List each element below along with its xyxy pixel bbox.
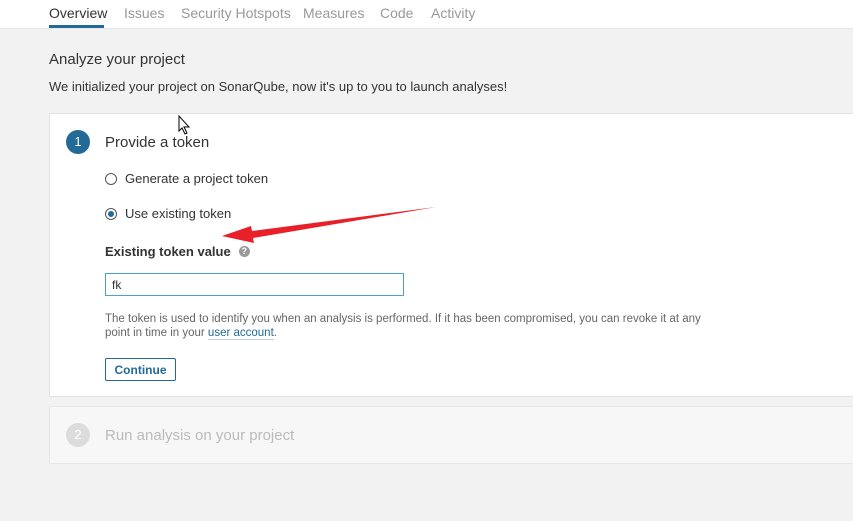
continue-button[interactable]: Continue: [105, 358, 176, 381]
step-number-badge: 1: [66, 130, 90, 154]
tab-activity[interactable]: Activity: [431, 5, 475, 21]
help-text-end: .: [273, 327, 277, 339]
step-run-analysis: 2 Run analysis on your project: [49, 406, 853, 464]
step-title: Provide a token: [105, 134, 210, 151]
top-nav: Overview Issues Security Hotspots Measur…: [0, 0, 853, 29]
tab-overview[interactable]: Overview: [49, 5, 107, 21]
radio-label: Use existing token: [125, 206, 232, 221]
page-description: We initialized your project on SonarQube…: [49, 79, 508, 94]
token-help-text: The token is used to identify you when a…: [105, 312, 715, 340]
tab-security-hotspots[interactable]: Security Hotspots: [181, 5, 291, 21]
token-field-label: Existing token value ?: [105, 244, 250, 259]
token-input[interactable]: [105, 273, 404, 296]
radio-button-checked-icon[interactable]: [105, 207, 117, 220]
radio-label: Generate a project token: [125, 171, 269, 186]
help-text-body: The token is used to identify you when a…: [105, 313, 701, 339]
step-number-badge: 2: [66, 423, 90, 447]
help-icon[interactable]: ?: [238, 246, 250, 257]
page-title: Analyze your project: [49, 51, 185, 68]
step-provide-token: 1 Provide a token Generate a project tok…: [49, 113, 853, 397]
radio-use-existing-token[interactable]: Use existing token: [105, 206, 231, 221]
tab-issues[interactable]: Issues: [124, 5, 164, 21]
tab-measures[interactable]: Measures: [303, 5, 364, 21]
radio-button-icon[interactable]: [105, 172, 117, 185]
user-account-link[interactable]: user account: [207, 327, 274, 340]
token-field-label-text: Existing token value: [105, 244, 231, 259]
step-title: Run analysis on your project: [105, 427, 295, 444]
tab-code[interactable]: Code: [380, 5, 413, 21]
radio-generate-token[interactable]: Generate a project token: [105, 171, 268, 186]
active-tab-indicator: [49, 25, 104, 28]
